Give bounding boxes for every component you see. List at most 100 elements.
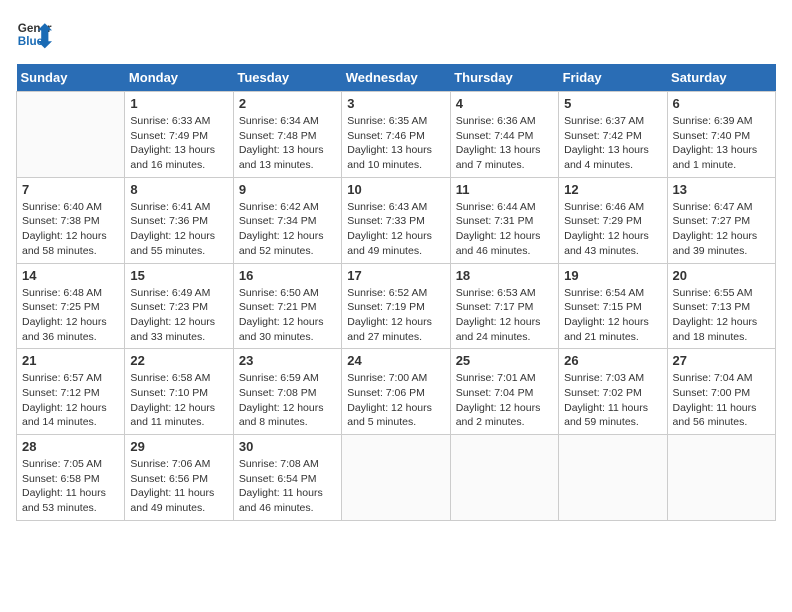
logo: General Blue	[16, 16, 52, 52]
day-info: Sunrise: 6:58 AMSunset: 7:10 PMDaylight:…	[130, 371, 227, 430]
day-number: 23	[239, 353, 336, 368]
page-header: General Blue	[16, 16, 776, 52]
calendar-cell: 5 Sunrise: 6:37 AMSunset: 7:42 PMDaylight…	[559, 92, 667, 178]
calendar-cell: 16Sunrise: 6:50 AMSunset: 7:21 PMDayligh…	[233, 263, 341, 349]
day-info: Sunrise: 7:03 AMSunset: 7:02 PMDaylight:…	[564, 371, 661, 430]
calendar-cell: 2 Sunrise: 6:34 AMSunset: 7:48 PMDaylight…	[233, 92, 341, 178]
calendar-cell: 18 Sunrise: 6:53 AMSunset: 7:17 PMDayligh…	[450, 263, 558, 349]
calendar-cell: 4 Sunrise: 6:36 AMSunset: 7:44 PMDaylight…	[450, 92, 558, 178]
calendar-cell: 3 Sunrise: 6:35 AMSunset: 7:46 PMDaylight…	[342, 92, 450, 178]
calendar-cell: 12 Sunrise: 6:46 AMSunset: 7:29 PMDayligh…	[559, 177, 667, 263]
calendar-cell: 7 Sunrise: 6:40 AMSunset: 7:38 PMDaylight…	[17, 177, 125, 263]
day-number: 8	[130, 182, 227, 197]
day-info: Sunrise: 7:05 AMSunset: 6:58 PMDaylight:…	[22, 457, 119, 516]
calendar-cell	[342, 435, 450, 521]
calendar-table: SundayMondayTuesdayWednesdayThursdayFrid…	[16, 64, 776, 521]
day-number: 11	[456, 182, 553, 197]
day-info: Sunrise: 6:36 AMSunset: 7:44 PMDaylight:…	[456, 114, 553, 173]
calendar-cell: 22 Sunrise: 6:58 AMSunset: 7:10 PMDayligh…	[125, 349, 233, 435]
calendar-cell: 30 Sunrise: 7:08 AMSunset: 6:54 PMDayligh…	[233, 435, 341, 521]
calendar-cell: 14Sunrise: 6:48 AMSunset: 7:25 PMDayligh…	[17, 263, 125, 349]
calendar-body: 1 Sunrise: 6:33 AMSunset: 7:49 PMDaylight…	[17, 92, 776, 521]
day-info: Sunrise: 6:42 AMSunset: 7:34 PMDaylight:…	[239, 200, 336, 259]
weekday-header: Monday	[125, 64, 233, 92]
weekday-header: Wednesday	[342, 64, 450, 92]
day-number: 30	[239, 439, 336, 454]
calendar-cell	[450, 435, 558, 521]
day-number: 21	[22, 353, 119, 368]
day-info: Sunrise: 6:37 AMSunset: 7:42 PMDaylight:…	[564, 114, 661, 173]
day-number: 4	[456, 96, 553, 111]
day-number: 6	[673, 96, 770, 111]
day-number: 2	[239, 96, 336, 111]
calendar-cell: 13 Sunrise: 6:47 AMSunset: 7:27 PMDayligh…	[667, 177, 775, 263]
day-number: 5	[564, 96, 661, 111]
day-info: Sunrise: 6:35 AMSunset: 7:46 PMDaylight:…	[347, 114, 444, 173]
calendar-cell: 20Sunrise: 6:55 AMSunset: 7:13 PMDayligh…	[667, 263, 775, 349]
day-number: 9	[239, 182, 336, 197]
day-number: 12	[564, 182, 661, 197]
calendar-cell: 24 Sunrise: 7:00 AMSunset: 7:06 PMDayligh…	[342, 349, 450, 435]
calendar-cell: 21 Sunrise: 6:57 AMSunset: 7:12 PMDayligh…	[17, 349, 125, 435]
day-info: Sunrise: 6:41 AMSunset: 7:36 PMDaylight:…	[130, 200, 227, 259]
day-number: 27	[673, 353, 770, 368]
calendar-cell: 25Sunrise: 7:01 AMSunset: 7:04 PMDayligh…	[450, 349, 558, 435]
day-number: 7	[22, 182, 119, 197]
day-info: Sunrise: 6:53 AMSunset: 7:17 PMDaylight:…	[456, 286, 553, 345]
day-info: Sunrise: 6:43 AMSunset: 7:33 PMDaylight:…	[347, 200, 444, 259]
calendar-cell	[559, 435, 667, 521]
day-number: 22	[130, 353, 227, 368]
weekday-header: Tuesday	[233, 64, 341, 92]
day-number: 19	[564, 268, 661, 283]
day-number: 13	[673, 182, 770, 197]
day-info: Sunrise: 6:39 AMSunset: 7:40 PMDaylight:…	[673, 114, 770, 173]
day-info: Sunrise: 6:48 AMSunset: 7:25 PMDaylight:…	[22, 286, 119, 345]
day-number: 15	[130, 268, 227, 283]
day-info: Sunrise: 6:50 AMSunset: 7:21 PMDaylight:…	[239, 286, 336, 345]
day-number: 1	[130, 96, 227, 111]
calendar-cell	[667, 435, 775, 521]
weekday-header: Friday	[559, 64, 667, 92]
day-info: Sunrise: 6:46 AMSunset: 7:29 PMDaylight:…	[564, 200, 661, 259]
day-info: Sunrise: 7:04 AMSunset: 7:00 PMDaylight:…	[673, 371, 770, 430]
calendar-cell: 8 Sunrise: 6:41 AMSunset: 7:36 PMDaylight…	[125, 177, 233, 263]
calendar-cell: 10 Sunrise: 6:43 AMSunset: 7:33 PMDayligh…	[342, 177, 450, 263]
day-info: Sunrise: 6:57 AMSunset: 7:12 PMDaylight:…	[22, 371, 119, 430]
day-info: Sunrise: 6:34 AMSunset: 7:48 PMDaylight:…	[239, 114, 336, 173]
day-number: 29	[130, 439, 227, 454]
day-number: 10	[347, 182, 444, 197]
day-info: Sunrise: 6:59 AMSunset: 7:08 PMDaylight:…	[239, 371, 336, 430]
calendar-cell: 27 Sunrise: 7:04 AMSunset: 7:00 PMDayligh…	[667, 349, 775, 435]
calendar-week-row: 14Sunrise: 6:48 AMSunset: 7:25 PMDayligh…	[17, 263, 776, 349]
day-number: 24	[347, 353, 444, 368]
calendar-cell: 6 Sunrise: 6:39 AMSunset: 7:40 PMDaylight…	[667, 92, 775, 178]
calendar-cell: 23 Sunrise: 6:59 AMSunset: 7:08 PMDayligh…	[233, 349, 341, 435]
day-info: Sunrise: 6:47 AMSunset: 7:27 PMDaylight:…	[673, 200, 770, 259]
calendar-cell: 17Sunrise: 6:52 AMSunset: 7:19 PMDayligh…	[342, 263, 450, 349]
calendar-cell: 28Sunrise: 7:05 AMSunset: 6:58 PMDayligh…	[17, 435, 125, 521]
calendar-cell: 26 Sunrise: 7:03 AMSunset: 7:02 PMDayligh…	[559, 349, 667, 435]
calendar-cell: 29 Sunrise: 7:06 AMSunset: 6:56 PMDayligh…	[125, 435, 233, 521]
day-info: Sunrise: 7:08 AMSunset: 6:54 PMDaylight:…	[239, 457, 336, 516]
day-info: Sunrise: 7:00 AMSunset: 7:06 PMDaylight:…	[347, 371, 444, 430]
calendar-cell: 15 Sunrise: 6:49 AMSunset: 7:23 PMDayligh…	[125, 263, 233, 349]
day-info: Sunrise: 7:01 AMSunset: 7:04 PMDaylight:…	[456, 371, 553, 430]
calendar-cell: 19 Sunrise: 6:54 AMSunset: 7:15 PMDayligh…	[559, 263, 667, 349]
day-info: Sunrise: 6:40 AMSunset: 7:38 PMDaylight:…	[22, 200, 119, 259]
weekday-header: Thursday	[450, 64, 558, 92]
day-info: Sunrise: 6:52 AMSunset: 7:19 PMDaylight:…	[347, 286, 444, 345]
day-info: Sunrise: 6:54 AMSunset: 7:15 PMDaylight:…	[564, 286, 661, 345]
calendar-week-row: 7 Sunrise: 6:40 AMSunset: 7:38 PMDaylight…	[17, 177, 776, 263]
calendar-cell	[17, 92, 125, 178]
logo-icon: General Blue	[16, 16, 52, 52]
day-number: 18	[456, 268, 553, 283]
weekday-header: Sunday	[17, 64, 125, 92]
day-number: 26	[564, 353, 661, 368]
day-info: Sunrise: 7:06 AMSunset: 6:56 PMDaylight:…	[130, 457, 227, 516]
day-info: Sunrise: 6:44 AMSunset: 7:31 PMDaylight:…	[456, 200, 553, 259]
day-info: Sunrise: 6:33 AMSunset: 7:49 PMDaylight:…	[130, 114, 227, 173]
day-info: Sunrise: 6:49 AMSunset: 7:23 PMDaylight:…	[130, 286, 227, 345]
weekday-header: Saturday	[667, 64, 775, 92]
day-number: 3	[347, 96, 444, 111]
calendar-week-row: 28Sunrise: 7:05 AMSunset: 6:58 PMDayligh…	[17, 435, 776, 521]
